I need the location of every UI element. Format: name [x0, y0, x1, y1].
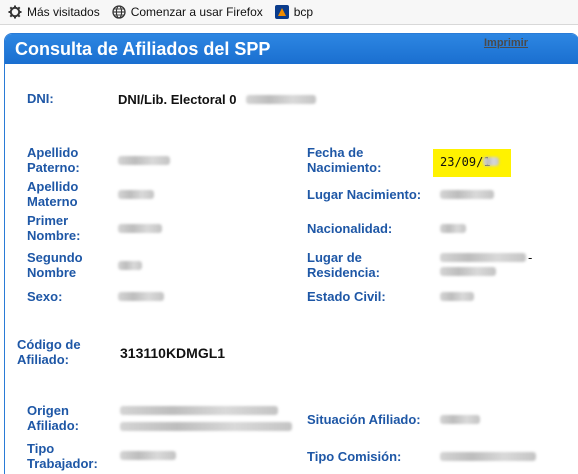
- dni-label: DNI:: [27, 91, 54, 106]
- apellido-paterno-label-1: Apellido: [27, 145, 79, 160]
- origen-afiliado-redacted-1: [120, 406, 278, 415]
- segundo-nombre-label-1: Segundo: [27, 250, 83, 265]
- estado-civil-label: Estado Civil:: [307, 289, 386, 304]
- apellido-paterno-label-2: Paterno:: [27, 160, 80, 175]
- print-link[interactable]: Imprimir: [484, 37, 528, 49]
- apellido-materno-label-2: Materno: [27, 194, 78, 209]
- segundo-nombre-label-2: Nombre: [27, 265, 77, 280]
- fecha-year-redacted: [483, 157, 499, 166]
- tipo-comision-redacted: [440, 452, 536, 461]
- gear-icon: [8, 5, 22, 19]
- fecha-nacimiento-label-1: Fecha de: [307, 145, 364, 160]
- dni-number-redacted: [246, 95, 316, 104]
- tipo-trabajador-redacted: [120, 451, 176, 460]
- lugar-nacimiento-label: Lugar Nacimiento:: [307, 187, 422, 202]
- estado-civil-redacted: [440, 292, 474, 301]
- lugar-residencia-redacted-1: [440, 253, 526, 262]
- origen-afiliado-label-2: Afiliado:: [27, 418, 79, 433]
- bookmark-label: Más visitados: [27, 5, 100, 19]
- primer-nombre-label-1: Primer: [27, 213, 69, 228]
- lugar-residencia-redacted-2: [440, 267, 496, 276]
- nacionalidad-redacted: [440, 224, 466, 233]
- lugar-residencia-label-1: Lugar de: [307, 250, 362, 265]
- primer-nombre-label-2: Nombre:: [27, 228, 81, 243]
- bookmark-comenzar-firefox[interactable]: Comenzar a usar Firefox: [112, 5, 263, 19]
- codigo-afiliado-label-1: Código de: [17, 337, 81, 352]
- bookmarks-toolbar: Más visitados Comenzar a usar Firefox bc…: [0, 0, 578, 25]
- sexo-label: Sexo:: [27, 289, 63, 304]
- apellido-materno-redacted: [118, 190, 154, 199]
- dni-value: DNI/Lib. Electoral 0: [118, 92, 237, 107]
- bcp-logo-icon: [274, 5, 289, 19]
- situacion-afiliado-redacted: [440, 415, 480, 424]
- origen-afiliado-redacted-2: [120, 422, 292, 431]
- nacionalidad-label: Nacionalidad:: [307, 221, 393, 236]
- bookmark-label: Comenzar a usar Firefox: [130, 5, 263, 19]
- apellido-paterno-redacted: [118, 156, 170, 165]
- lugar-residencia-dash: -: [528, 250, 533, 265]
- tipo-trabajador-label-1: Tipo: [27, 441, 55, 456]
- situacion-afiliado-label: Situación Afiliado:: [307, 412, 421, 427]
- primer-nombre-redacted: [118, 224, 162, 233]
- codigo-afiliado-value: 313110KDMGL1: [120, 345, 226, 361]
- origen-afiliado-label-1: Origen: [27, 403, 69, 418]
- fecha-nacimiento-label-2: Nacimiento:: [307, 160, 382, 175]
- globe-icon: [112, 5, 126, 19]
- apellido-materno-label-1: Apellido: [27, 179, 79, 194]
- sexo-redacted: [118, 292, 164, 301]
- bookmark-bcp[interactable]: bcp: [274, 5, 314, 19]
- bookmark-label: bcp: [293, 5, 314, 19]
- lugar-nacimiento-redacted: [440, 190, 494, 199]
- segundo-nombre-redacted: [118, 261, 142, 270]
- bookmark-mas-visitados[interactable]: Más visitados: [8, 5, 100, 19]
- codigo-afiliado-label-2: Afiliado:: [17, 352, 69, 367]
- tipo-comision-label: Tipo Comisión:: [307, 449, 402, 464]
- lugar-residencia-label-2: Residencia:: [307, 265, 380, 280]
